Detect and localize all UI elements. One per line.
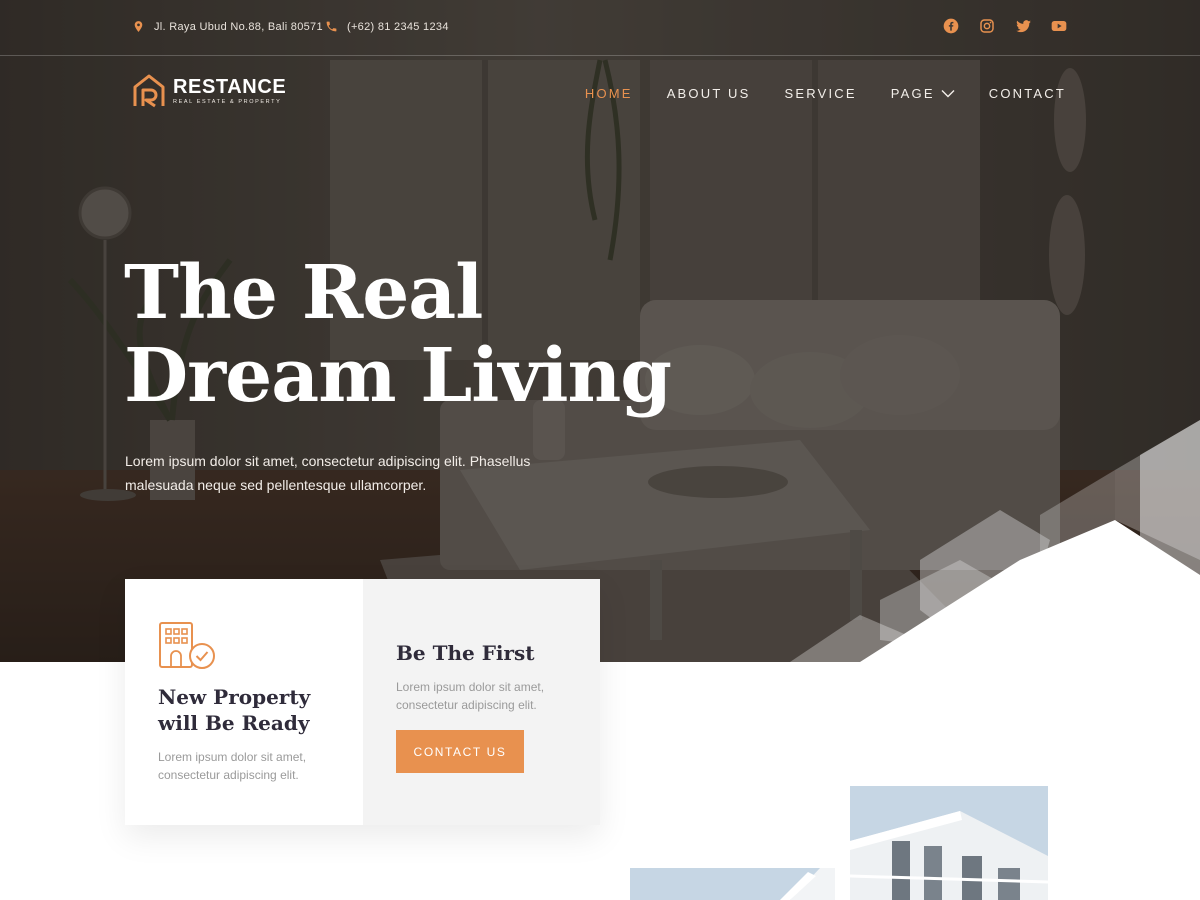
nav-item-label: SERVICE	[784, 86, 857, 101]
building-image-wide	[630, 868, 835, 900]
hero-section: Jl. Raya Ubud No.88, Bali 80571 (+62) 81…	[0, 0, 1200, 662]
hero-description: Lorem ipsum dolor sit amet, consectetur …	[125, 453, 531, 493]
hero-title-line-2: Dream Living	[124, 333, 672, 419]
instagram-icon[interactable]	[978, 17, 996, 35]
chevron-down-icon	[941, 90, 955, 98]
phone-info[interactable]: (+62) 81 2345 1234	[325, 20, 449, 33]
building-check-icon	[159, 622, 215, 669]
brand-tagline: REAL ESTATE & PROPERTY	[173, 99, 282, 105]
facebook-icon[interactable]	[942, 17, 960, 35]
nav-item-home[interactable]: HOME	[585, 86, 633, 101]
nav-item-label: CONTACT	[988, 86, 1066, 101]
nav-item-label: ABOUT US	[666, 86, 751, 101]
nav-item-contact[interactable]: CONTACT	[989, 86, 1066, 101]
top-bar: Jl. Raya Ubud No.88, Bali 80571 (+62) 81…	[0, 0, 1200, 56]
nav-item-label: PAGE	[890, 86, 935, 101]
phone-text: (+62) 81 2345 1234	[347, 20, 449, 33]
address-text: Jl. Raya Ubud No.88, Bali 80571	[154, 20, 323, 33]
brand-name: RESTANCE	[173, 76, 287, 98]
nav-item-service[interactable]: SERVICE	[785, 86, 857, 101]
map-pin-icon	[134, 21, 143, 32]
card-be-the-first: Be The First Lorem ipsum dolor sit amet,…	[363, 579, 600, 825]
logo-house-icon	[133, 74, 165, 108]
contact-us-button[interactable]: CONTACT US	[396, 730, 524, 773]
phone-icon	[326, 21, 337, 32]
youtube-icon[interactable]	[1050, 17, 1068, 35]
card-be-the-first-text: Lorem ipsum dolor sit amet, consectetur …	[396, 680, 545, 712]
nav-item-about-us[interactable]: ABOUT US	[667, 86, 751, 101]
address-info: Jl. Raya Ubud No.88, Bali 80571	[132, 20, 323, 33]
card-be-the-first-title: Be The First	[396, 641, 535, 665]
nav-item-label: HOME	[584, 86, 633, 101]
building-image-tall	[850, 786, 1048, 900]
card-new-property: New Property will Be Ready Lorem ipsum d…	[125, 579, 363, 825]
hero-title: The Real Dream Living	[124, 250, 672, 419]
card-new-property-title: New Property will Be Ready	[158, 685, 311, 735]
nav-item-page[interactable]: PAGE	[891, 86, 955, 101]
main-nav: HOME ABOUT US SERVICE PAGE CONTACT	[585, 86, 1066, 101]
card-new-property-text: Lorem ipsum dolor sit amet, consectetur …	[158, 750, 307, 782]
social-links	[942, 17, 1068, 35]
brand-logo[interactable]: RESTANCE REAL ESTATE & PROPERTY	[133, 74, 286, 108]
feature-cards: New Property will Be Ready Lorem ipsum d…	[125, 579, 600, 825]
twitter-icon[interactable]	[1014, 17, 1032, 35]
hero-title-line-1: The Real	[124, 250, 483, 336]
